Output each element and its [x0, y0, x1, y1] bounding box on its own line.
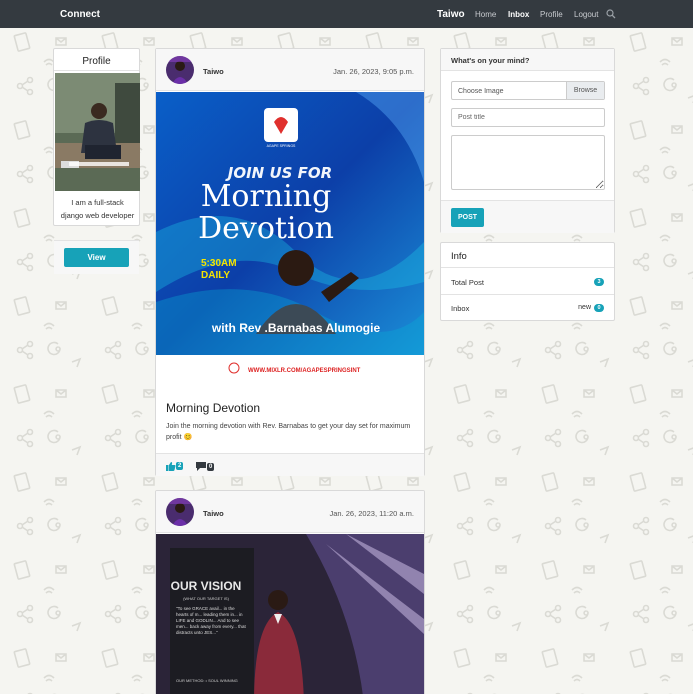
brand-link[interactable]: Connect	[60, 9, 100, 20]
new-indicator: new	[578, 304, 591, 311]
info-row-total-post[interactable]: Total Post 3	[441, 269, 614, 295]
new-post-footer: POST	[441, 200, 614, 233]
profile-card-footer: View	[54, 240, 139, 274]
info-row-label: Total Post	[451, 278, 484, 287]
post-card: Taiwo Jan. 26, 2023, 11:20 a.m. OUR VISI…	[155, 490, 425, 694]
banner-url: WWW.MIXLR.COM/AGAPESPRINGSINT	[248, 368, 361, 374]
post-body: Join the morning devotion with Rev. Barn…	[166, 423, 411, 441]
info-card: Info Total Post 3 Inbox new 0	[440, 242, 615, 321]
banner-method: OUR METHOD: • SOUL WINNING	[176, 678, 238, 683]
post-image[interactable]: OUR VISION (WHAT OUR TARGET IS) "To see …	[156, 534, 424, 694]
nav-username[interactable]: Taiwo	[437, 9, 465, 20]
banner-frequency: DAILY	[201, 270, 230, 281]
post-card: Taiwo Jan. 26, 2023, 9:05 p.m. AGAPE SPR…	[155, 48, 425, 476]
count-badge: 0	[594, 304, 604, 312]
post-date: Jan. 26, 2023, 9:05 p.m.	[333, 67, 414, 76]
banner-line2: Morning	[201, 179, 332, 214]
avatar[interactable]	[166, 56, 194, 84]
info-row-label: Inbox	[451, 304, 470, 313]
submit-post-button[interactable]: POST	[451, 208, 484, 227]
post-author[interactable]: Taiwo	[203, 67, 224, 76]
avatar[interactable]	[166, 498, 194, 526]
nav-logout-link[interactable]: Logout	[574, 10, 598, 19]
profile-bio: I am a full-stack django web developer	[60, 198, 135, 220]
post-author[interactable]: Taiwo	[203, 509, 224, 518]
banner-title: OUR VISION	[171, 579, 242, 593]
post-date: Jan. 26, 2023, 11:20 a.m.	[329, 509, 414, 518]
banner-time: 5:30AM	[201, 258, 237, 269]
count-badge: 3	[594, 278, 604, 286]
banner-line3: Devotion	[198, 211, 334, 246]
search-icon[interactable]	[606, 9, 616, 19]
banner-subtitle: (WHAT OUR TARGET IS)	[183, 596, 230, 601]
thumbs-up-icon[interactable]	[166, 462, 176, 471]
like-count-badge: 2	[176, 462, 184, 470]
post-actions: 2 0	[156, 453, 424, 476]
profile-card: Profile I am a full-stack django web dev…	[53, 48, 140, 274]
nav-home-link[interactable]: Home	[475, 10, 496, 19]
profile-photo	[55, 73, 140, 191]
post-title-input[interactable]	[451, 108, 605, 127]
new-post-card: What's on your mind? Choose Image Browse…	[440, 48, 615, 233]
banner-host: with Rev .Barnabas Alumogie	[211, 321, 381, 335]
nav-inbox-link[interactable]: Inbox	[508, 10, 529, 19]
comment-count-badge: 0	[207, 463, 215, 471]
post-body-textarea[interactable]	[451, 135, 605, 190]
info-card-title: Info	[441, 243, 614, 268]
banner-text: "To see GRACE avail... in the hearts of …	[176, 606, 246, 635]
image-file-input[interactable]: Choose Image Browse	[451, 81, 605, 100]
post-image[interactable]: AGAPE SPRINGS JOIN US FOR Morning Devoti…	[156, 92, 424, 394]
comment-icon[interactable]	[196, 462, 206, 471]
navbar: Connect Taiwo Home Inbox Profile Logout	[0, 0, 693, 28]
nav-profile-link[interactable]: Profile	[540, 10, 563, 19]
info-row-inbox[interactable]: Inbox new 0	[441, 295, 614, 321]
view-profile-button[interactable]: View	[64, 248, 129, 267]
browse-button[interactable]: Browse	[566, 82, 604, 99]
profile-card-title: Profile	[54, 49, 139, 71]
new-post-title: What's on your mind?	[441, 49, 614, 71]
logo-text: AGAPE SPRINGS	[267, 144, 296, 148]
post-header: Taiwo Jan. 26, 2023, 11:20 a.m.	[156, 491, 424, 533]
post-header: Taiwo Jan. 26, 2023, 9:05 p.m.	[156, 49, 424, 91]
file-input-placeholder: Choose Image	[458, 88, 504, 95]
post-title[interactable]: Morning Devotion	[166, 401, 260, 415]
